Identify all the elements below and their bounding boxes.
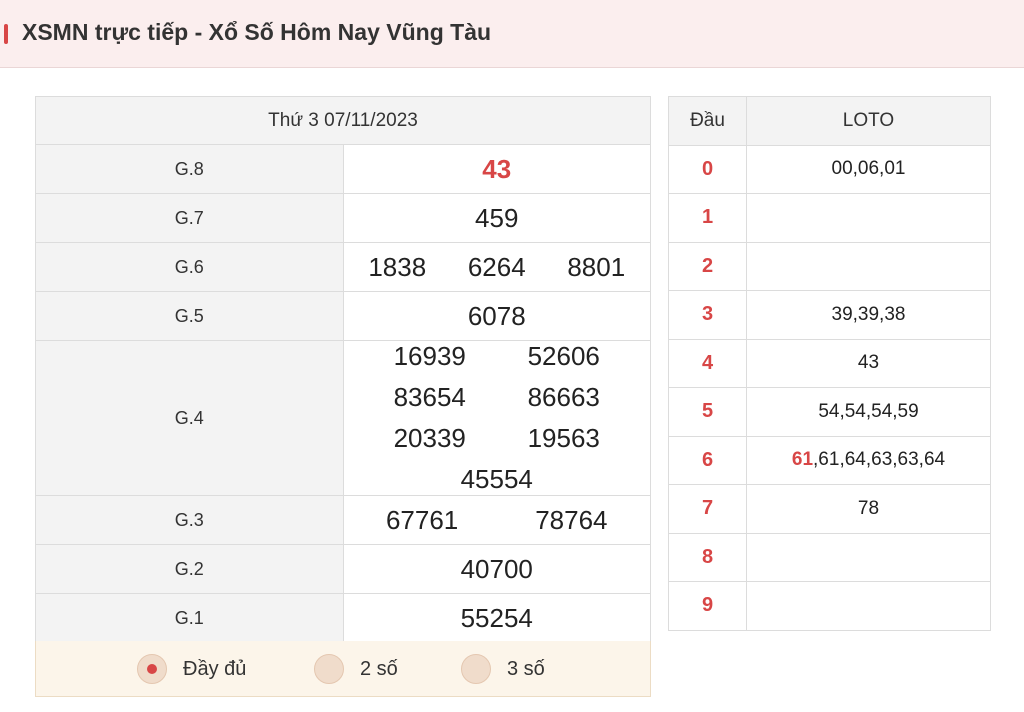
- loto-dau: 1: [668, 193, 747, 243]
- prize-number: 1838: [368, 251, 427, 282]
- loto-dau: 2: [668, 241, 747, 291]
- results-table: Thứ 3 07/11/2023 G.8 43 G.7 459 G.6 1838 6264 8…: [35, 96, 651, 692]
- loto-values: 61,61,64,63,63,64: [746, 435, 991, 485]
- option-label: 2 số: [360, 657, 398, 680]
- prize-label: G.1: [35, 593, 344, 643]
- prize-number: 78764: [535, 504, 608, 535]
- loto-row: 6 61,61,64,63,63,64: [668, 435, 991, 485]
- prize-row: G.5 6078: [35, 291, 651, 341]
- prize-row: G.3 67761 78764: [35, 495, 651, 545]
- prize-number: 6264: [467, 251, 526, 282]
- loto-row: 7 78: [668, 484, 991, 534]
- prize-numbers: 1838 6264 8801: [342, 242, 651, 292]
- radio-button[interactable]: [461, 654, 491, 684]
- prize-number: 43: [482, 153, 512, 184]
- prize-label: G.6: [35, 242, 344, 292]
- loto-values: [746, 193, 991, 243]
- prize-numbers: 55254: [342, 593, 651, 643]
- prize-number: 8801: [567, 251, 626, 282]
- page-header: XSMN trực tiếp - Xổ Số Hôm Nay Vũng Tàu: [0, 0, 1024, 68]
- loto-dau: 5: [668, 387, 747, 437]
- prize-numbers: 43: [342, 144, 651, 194]
- loto-dau: 0: [668, 144, 747, 194]
- loto-value-text: 43: [857, 352, 880, 374]
- prize-label: G.8: [35, 144, 344, 194]
- loto-values: 54,54,54,59: [746, 387, 991, 437]
- prize-label: G.5: [35, 291, 344, 341]
- prize-row: G.6 1838 6264 8801: [35, 242, 651, 292]
- loto-table: Đầu LOTO 0 00,06,01 1 2 3 39,39,38 4 43 5 54,54,5…: [668, 96, 991, 631]
- loto-values: [746, 581, 991, 631]
- option-label: Đầy đủ: [183, 657, 247, 680]
- prize-number: 67761: [385, 504, 459, 535]
- loto-dau: 7: [668, 484, 747, 534]
- prize-numbers: 459: [342, 193, 651, 243]
- prize-row: G.4 16939 52606 83654 86663 20339 19563 45554: [35, 340, 651, 496]
- loto-header-values: LOTO: [746, 96, 991, 146]
- loto-row: 8: [668, 532, 991, 582]
- prize-number: 45554: [460, 464, 533, 494]
- display-options: Đầy đủ 2 số 3 số: [35, 641, 651, 697]
- prize-label: G.2: [35, 544, 344, 594]
- prize-number: 86663: [527, 382, 600, 412]
- loto-values: [746, 532, 991, 582]
- option-label: 3 số: [507, 657, 545, 680]
- prize-numbers: 6078: [342, 291, 651, 341]
- prize-numbers: 16939 52606 83654 86663 20339 19563 45554: [342, 340, 651, 496]
- prize-number: 19563: [527, 423, 600, 453]
- option-3[interactable]: 3 số: [461, 653, 545, 685]
- prize-number: 459: [475, 202, 519, 233]
- prize-label: G.7: [35, 193, 344, 243]
- option-1[interactable]: Đầy đủ: [137, 653, 246, 685]
- loto-row: 2: [668, 241, 991, 291]
- loto-row: 3 39,39,38: [668, 290, 991, 340]
- loto-value-text: ,61,64,63,63,64: [813, 449, 946, 471]
- loto-header-dau: Đầu: [668, 96, 747, 146]
- radio-button[interactable]: [314, 654, 344, 684]
- loto-values: 00,06,01: [746, 144, 991, 194]
- radio-button[interactable]: [137, 654, 167, 684]
- prize-number: 20339: [393, 423, 466, 453]
- loto-value-text: 78: [857, 497, 880, 519]
- loto-row: 4 43: [668, 338, 991, 388]
- page-title: XSMN trực tiếp - Xổ Số Hôm Nay Vũng Tàu: [22, 19, 492, 45]
- prize-numbers: 40700: [342, 544, 651, 594]
- loto-highlight: 61: [791, 449, 814, 471]
- prize-number: 52606: [527, 341, 600, 371]
- loto-values: 43: [746, 338, 991, 388]
- draw-date: Thứ 3 07/11/2023: [35, 96, 651, 145]
- loto-values: 78: [746, 484, 991, 534]
- loto-value-text: 54,54,54,59: [818, 400, 919, 422]
- prize-number: 6078: [467, 300, 526, 331]
- prize-number: 55254: [460, 602, 533, 633]
- prize-row: G.7 459: [35, 193, 651, 243]
- loto-row: 1: [668, 193, 991, 243]
- prize-number: 16939: [393, 341, 466, 371]
- loto-dau: 3: [668, 290, 747, 340]
- loto-dau: 8: [668, 532, 747, 582]
- prize-number: 83654: [393, 382, 466, 412]
- header-accent-bar: [4, 24, 8, 44]
- loto-dau: 9: [668, 581, 747, 631]
- loto-values: 39,39,38: [746, 290, 991, 340]
- loto-values: [746, 241, 991, 291]
- prize-row: G.8 43: [35, 144, 651, 194]
- option-2[interactable]: 2 số: [314, 653, 398, 685]
- prize-numbers: 67761 78764: [342, 495, 651, 545]
- prize-label: G.4: [35, 340, 344, 496]
- loto-row: 9: [668, 581, 991, 631]
- loto-dau: 6: [668, 435, 747, 485]
- prize-row: G.2 40700: [35, 544, 651, 594]
- loto-value-text: 39,39,38: [831, 303, 906, 325]
- prize-label: G.3: [35, 495, 344, 545]
- prize-number: 40700: [460, 553, 533, 584]
- prize-row: G.1 55254: [35, 593, 651, 643]
- loto-row: 0 00,06,01: [668, 144, 991, 194]
- loto-value-text: 00,06,01: [831, 158, 906, 180]
- loto-dau: 4: [668, 338, 747, 388]
- loto-row: 5 54,54,54,59: [668, 387, 991, 437]
